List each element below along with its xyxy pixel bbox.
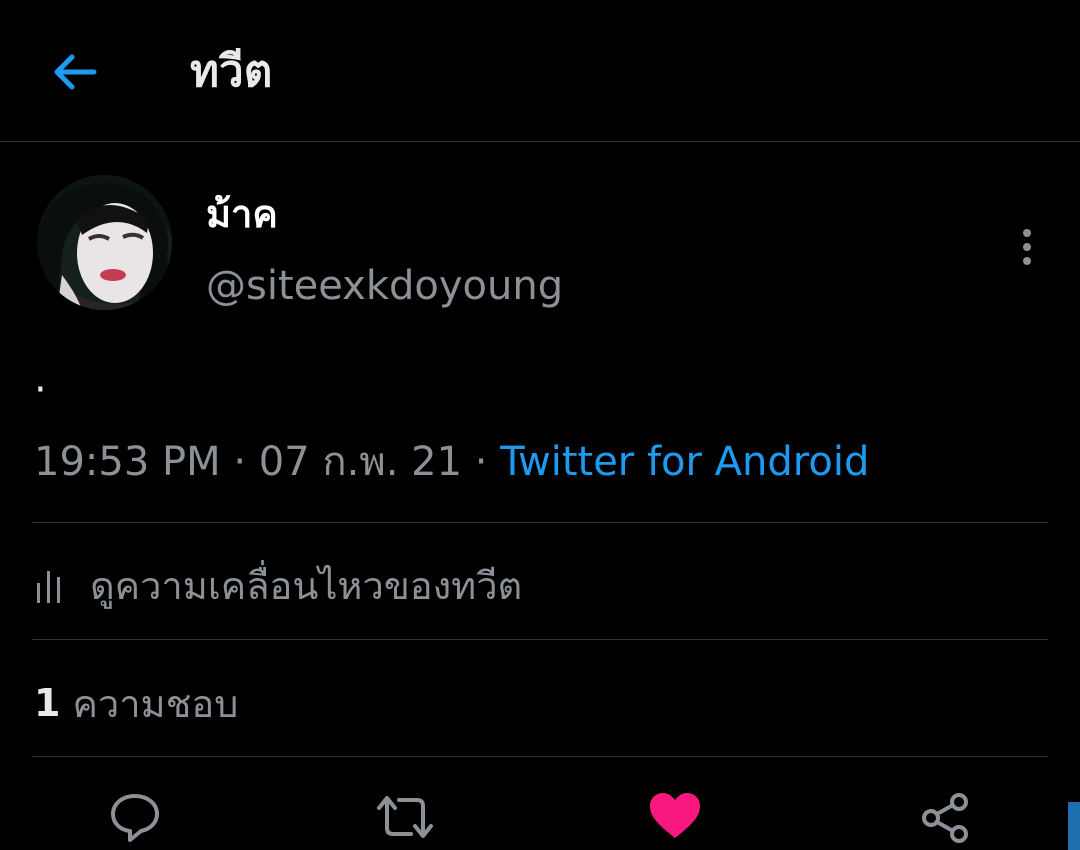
tweet-metadata: 19:53 PM · 07 ก.พ. 21 · Twitter for Andr… [34,434,869,490]
share-icon [922,793,968,843]
avatar[interactable] [37,175,172,310]
bar-chart-icon [37,571,60,603]
divider [32,639,1048,640]
user-handle[interactable]: @siteexkdoyoung [206,258,563,314]
profile-photo [37,175,172,310]
likes-stat[interactable]: 1 ความชอบ [34,675,238,731]
arrow-left-icon [54,54,97,90]
tweet-date: 07 ก.พ. 21 [258,439,463,485]
scroll-indicator [1068,802,1080,850]
divider [32,756,1048,757]
reply-button[interactable] [103,790,167,850]
back-button[interactable] [44,44,104,100]
like-button[interactable] [643,790,707,850]
display-name[interactable]: ม้าค [206,186,278,242]
divider [32,522,1048,523]
share-button[interactable] [913,790,977,850]
more-options-button[interactable] [1006,222,1048,272]
retweet-button[interactable] [373,790,437,850]
meta-separator: · [233,439,247,485]
top-app-bar: ทวีต [0,0,1080,142]
likes-count: 1 [34,681,61,725]
retweet-arrows-icon [377,796,433,838]
tweet-time: 19:53 PM [34,439,221,485]
page-title: ทวีต [190,46,273,97]
more-vertical-icon [1023,229,1031,265]
speech-bubble-icon [111,794,159,842]
tweet-text: · [34,367,47,413]
tweet-activity-link[interactable]: ดูความเคลื่อนไหวของทวีต [34,558,522,614]
tweet-source-link[interactable]: Twitter for Android [500,439,869,485]
meta-separator: · [474,439,488,485]
likes-label: ความชอบ [72,681,239,726]
heart-icon [650,793,700,838]
tweet-activity-label: ดูความเคลื่อนไหวของทวีต [90,564,523,608]
